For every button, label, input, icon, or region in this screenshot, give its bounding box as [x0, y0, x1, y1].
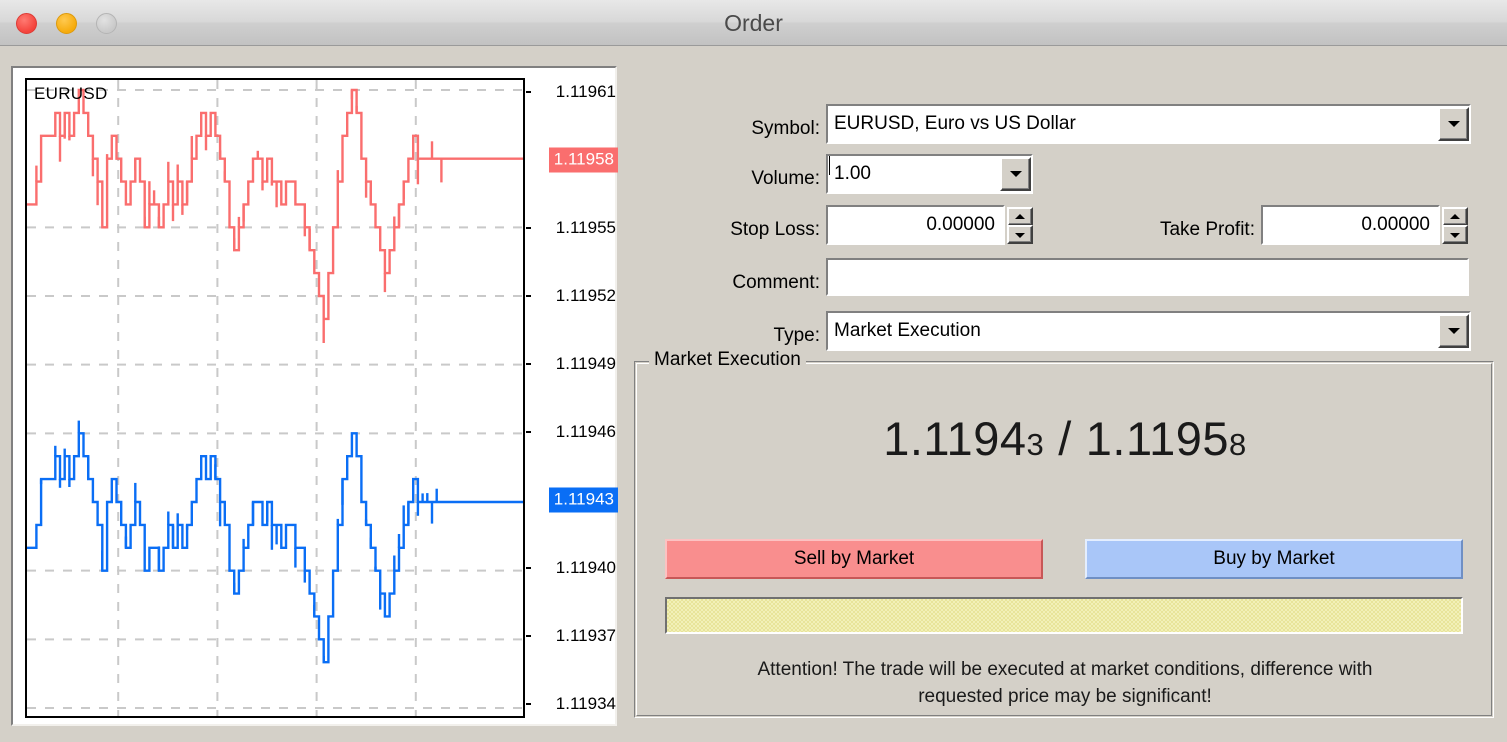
spinner-down-icon — [1015, 232, 1025, 238]
scale-label: 1.11940 — [555, 558, 616, 577]
ask-price-last-digit: 8 — [1229, 427, 1247, 462]
ask-price-main: 1.1195 — [1085, 412, 1230, 465]
window-content: EURUSD 1.11961 1.11958 1.11955 1.11952 1.119… — [0, 46, 1507, 742]
market-execution-legend: Market Execution — [649, 349, 806, 371]
zoom-button[interactable] — [96, 13, 117, 34]
scale-tick — [526, 567, 531, 569]
attention-line-1: Attention! The trade will be executed at… — [757, 659, 1373, 680]
take-profit-value: 0.00000 — [1361, 214, 1430, 235]
execution-progress-bar — [665, 597, 1463, 634]
chevron-down-icon — [1447, 328, 1460, 334]
type-label: Type: — [773, 325, 820, 346]
take-profit-decrement-button[interactable] — [1442, 225, 1468, 244]
scale-tick — [526, 227, 531, 229]
chart-symbol-label: EURUSD — [34, 84, 108, 103]
ask-line — [27, 88, 523, 321]
chevron-down-icon — [1009, 171, 1022, 177]
order-window: Order EURUSD 1.11961 1.11958 1.11955 1.1195… — [0, 0, 1507, 742]
stop-loss-label: Stop Loss: — [730, 219, 820, 240]
scale-label: 1.11952 — [555, 286, 616, 305]
chevron-down-icon — [1447, 121, 1460, 127]
tick-chart-panel: EURUSD 1.11961 1.11958 1.11955 1.11952 1.119… — [11, 66, 619, 726]
price-quote: 1.11943 /1.11958 — [635, 411, 1495, 466]
scale-tick — [526, 91, 531, 93]
scale-label: 1.11937 — [555, 626, 616, 645]
scale-tick — [526, 703, 531, 705]
scale-label: 1.11961 — [555, 82, 616, 101]
comment-field[interactable] — [826, 258, 1469, 296]
spinner-up-icon — [1450, 213, 1460, 219]
spinner-down-icon — [1450, 232, 1460, 238]
bid-price-last-digit: 3 — [1026, 427, 1045, 462]
tick-chart-svg — [27, 80, 523, 716]
stop-loss-value: 0.00000 — [926, 214, 995, 235]
bid-line — [27, 432, 523, 664]
window-titlebar: Order — [0, 0, 1507, 46]
take-profit-label: Take Profit: — [1159, 219, 1255, 240]
ask-price-tag: 1.11958 — [548, 147, 618, 173]
scale-label: 1.11949 — [555, 354, 616, 373]
take-profit-increment-button[interactable] — [1442, 207, 1468, 226]
price-scale: 1.11961 1.11958 1.11955 1.11952 1.11949 1.119… — [526, 78, 619, 718]
volume-label: Volume: — [751, 168, 820, 189]
volume-dropdown-button[interactable] — [1000, 157, 1031, 191]
attention-line-2: requested price may be significant! — [918, 686, 1212, 707]
comment-label: Comment: — [732, 272, 820, 293]
symbol-dropdown-button[interactable] — [1438, 107, 1469, 141]
window-title: Order — [724, 10, 783, 36]
type-dropdown-button[interactable] — [1438, 314, 1469, 348]
scale-label: 1.11955 — [555, 218, 616, 237]
scale-label: 1.11946 — [555, 422, 616, 441]
scale-tick — [526, 431, 531, 433]
stop-loss-decrement-button[interactable] — [1007, 225, 1033, 244]
market-execution-group: Market Execution 1.11943 /1.11958 Sell by… — [634, 349, 1495, 718]
scale-tick — [526, 295, 531, 297]
tick-chart-plot: EURUSD — [25, 78, 525, 718]
take-profit-field[interactable]: 0.00000 — [1261, 205, 1440, 245]
price-separator: / — [1058, 412, 1072, 465]
type-field[interactable]: Market Execution — [826, 311, 1471, 351]
buy-by-market-button[interactable]: Buy by Market — [1085, 539, 1463, 579]
bid-price-tag: 1.11943 — [548, 487, 618, 513]
symbol-field[interactable]: EURUSD, Euro vs US Dollar — [826, 104, 1471, 144]
stop-loss-field[interactable]: 0.00000 — [826, 205, 1005, 245]
bid-price-main: 1.1194 — [883, 412, 1027, 465]
volume-value: 1.00 — [834, 163, 871, 184]
close-button[interactable] — [16, 13, 37, 34]
scale-label: 1.11934 — [555, 694, 616, 713]
minimize-button[interactable] — [56, 13, 77, 34]
text-caret — [829, 156, 830, 175]
spinner-up-icon — [1015, 213, 1025, 219]
scale-tick — [526, 363, 531, 365]
symbol-value: EURUSD, Euro vs US Dollar — [834, 113, 1076, 134]
sell-by-market-button[interactable]: Sell by Market — [665, 539, 1043, 579]
type-value: Market Execution — [834, 320, 981, 341]
stop-loss-increment-button[interactable] — [1007, 207, 1033, 226]
order-form: Symbol: EURUSD, Euro vs US Dollar Volume… — [625, 66, 1495, 726]
symbol-label: Symbol: — [751, 118, 820, 139]
attention-message: Attention! The trade will be executed at… — [645, 656, 1485, 710]
scale-tick — [526, 635, 531, 637]
